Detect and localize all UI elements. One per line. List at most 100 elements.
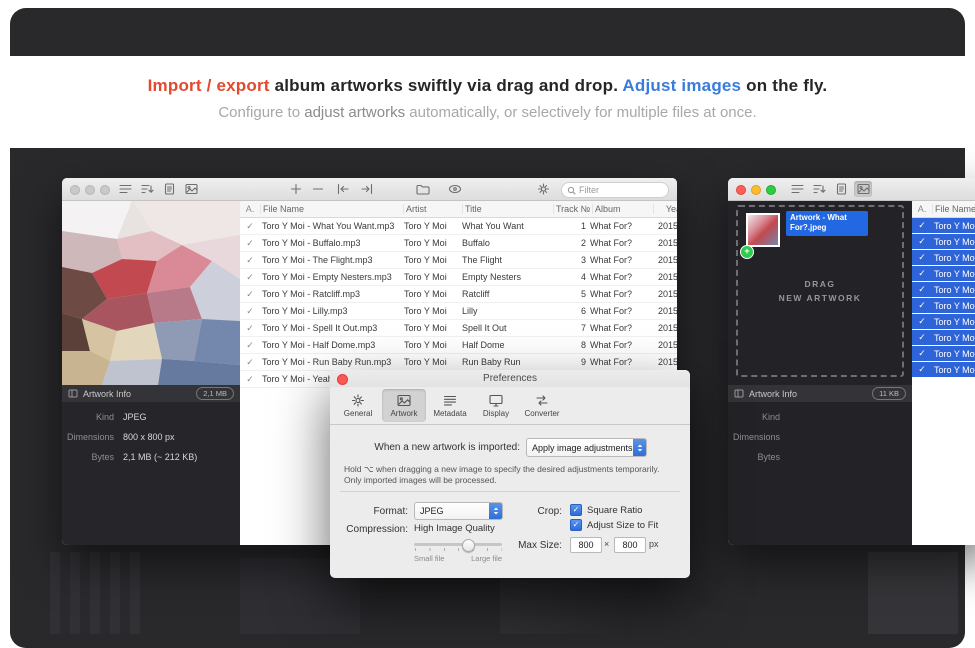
zoom-button[interactable]: [100, 185, 110, 195]
column-header-track[interactable]: Track №: [553, 204, 592, 214]
dialog-titlebar[interactable]: Preferences: [330, 370, 690, 387]
cell-track: 8: [550, 340, 588, 350]
field-label: Bytes: [62, 452, 114, 462]
tab-artwork[interactable]: Artwork: [382, 389, 426, 422]
check-icon: ✓: [912, 268, 932, 279]
tab-label: Converter: [524, 409, 559, 418]
selected-table-row[interactable]: ✓Toro Y Moi: [912, 250, 975, 265]
gear-icon[interactable]: [534, 181, 552, 197]
selected-table-row[interactable]: ✓Toro Y Moi: [912, 218, 975, 233]
help-text: Only imported images will be processed.: [344, 475, 497, 485]
move-right-icon[interactable]: [357, 181, 375, 197]
table-row[interactable]: ✓Toro Y Moi - Ratcliff.mp3Toro Y MoiRatc…: [240, 286, 677, 303]
cell-filename: Toro Y Moi: [932, 221, 975, 231]
quick-look-icon[interactable]: [446, 181, 464, 197]
checkbox-checked-icon[interactable]: ✓: [570, 504, 582, 516]
slider-thumb[interactable]: [462, 539, 475, 552]
table-row[interactable]: ✓Toro Y Moi - What You Want.mp3Toro Y Mo…: [240, 218, 677, 235]
divider: [340, 491, 680, 492]
table-header[interactable]: A. File Name: [912, 201, 975, 218]
table-row[interactable]: ✓Toro Y Moi - Spell It Out.mp3Toro Y Moi…: [240, 320, 677, 337]
dragged-artwork-thumbnail: [746, 213, 780, 247]
display-icon: [489, 394, 503, 407]
tab-display[interactable]: Display: [474, 389, 518, 422]
sort-order-icon[interactable]: [810, 181, 828, 197]
table-row[interactable]: ✓Toro Y Moi - Half Dome.mp3Toro Y MoiHal…: [240, 337, 677, 354]
headline-segment: Adjust images: [622, 76, 741, 95]
drag-drop-window: Artwork - What For?.jpeg + DRAG NEW ARTW…: [728, 178, 975, 545]
column-header-year[interactable]: Year: [653, 204, 677, 214]
format-label: Format:: [330, 506, 408, 517]
artwork-panel-icon[interactable]: [182, 181, 200, 197]
selected-table-row[interactable]: ✓Toro Y Moi: [912, 346, 975, 361]
max-height-field[interactable]: 800: [614, 537, 646, 553]
selected-table-row[interactable]: ✓Toro Y Moi: [912, 266, 975, 281]
album-artwork-preview[interactable]: [62, 201, 240, 385]
slider-track[interactable]: [414, 543, 502, 546]
drop-hint-line2: NEW ARTWORK: [728, 291, 912, 305]
converter-icon: [535, 394, 549, 407]
max-width-field[interactable]: 800: [570, 537, 602, 553]
zoom-button[interactable]: [766, 185, 776, 195]
column-header-checked[interactable]: A.: [912, 204, 932, 214]
sort-list-icon[interactable]: [788, 181, 806, 197]
table-row[interactable]: ✓Toro Y Moi - Buffalo.mp3Toro Y MoiBuffa…: [240, 235, 677, 252]
artwork-info-header[interactable]: Artwork Info 11 KB: [728, 385, 912, 402]
compression-slider[interactable]: Small file Large file: [414, 539, 502, 565]
times-separator: ×: [604, 539, 609, 549]
cell-album: What For?: [588, 272, 648, 282]
minimize-button[interactable]: [751, 185, 761, 195]
table-header[interactable]: A. File Name Artist Title Track № Album …: [240, 201, 677, 218]
tab-general[interactable]: General: [336, 389, 380, 422]
titlebar[interactable]: Filter: [62, 178, 677, 201]
new-document-icon[interactable]: [160, 181, 178, 197]
new-document-icon[interactable]: [832, 181, 850, 197]
column-header-filename[interactable]: File Name: [260, 204, 403, 214]
table-body: ✓Toro Y Moi✓Toro Y Moi✓Toro Y Moi✓Toro Y…: [912, 218, 975, 378]
column-header-album[interactable]: Album: [592, 204, 653, 214]
selected-table-row[interactable]: ✓Toro Y Moi: [912, 234, 975, 249]
remove-files-button[interactable]: [309, 181, 327, 197]
close-button[interactable]: [337, 374, 348, 385]
folder-icon[interactable]: [414, 181, 432, 197]
move-left-icon[interactable]: [334, 181, 352, 197]
field-kind: Kind: [728, 407, 912, 427]
selected-table-row[interactable]: ✓Toro Y Moi: [912, 314, 975, 329]
tab-metadata[interactable]: Metadata: [428, 389, 472, 422]
tab-converter[interactable]: Converter: [520, 389, 564, 422]
cell-filename: Toro Y Moi - Spell It Out.mp3: [260, 323, 402, 333]
table-row[interactable]: ✓Toro Y Moi - Run Baby Run.mp3Toro Y Moi…: [240, 354, 677, 371]
column-header-artist[interactable]: Artist: [403, 204, 462, 214]
selected-table-row[interactable]: ✓Toro Y Moi: [912, 362, 975, 377]
sort-order-icon[interactable]: [138, 181, 156, 197]
preferences-tab-bar: General Artwork Metadata Display Convert…: [330, 387, 690, 425]
add-files-button[interactable]: [287, 181, 305, 197]
square-ratio-option[interactable]: ✓ Square Ratio: [570, 504, 642, 516]
adjust-size-option[interactable]: ✓ Adjust Size to Fit: [570, 519, 658, 531]
selected-table-row[interactable]: ✓Toro Y Moi: [912, 282, 975, 297]
table-row[interactable]: ✓Toro Y Moi - The Flight.mp3Toro Y MoiTh…: [240, 252, 677, 269]
artwork-sidebar: Artwork Info 2,1 MB Kind JPEG Dimensions…: [62, 201, 240, 545]
column-header-title[interactable]: Title: [462, 204, 553, 214]
sort-list-icon[interactable]: [116, 181, 134, 197]
column-header-filename[interactable]: File Name: [932, 204, 975, 214]
imported-popup[interactable]: Apply image adjustments: [526, 438, 647, 457]
table-row[interactable]: ✓Toro Y Moi - Empty Nesters.mp3Toro Y Mo…: [240, 269, 677, 286]
check-icon: ✓: [912, 348, 932, 359]
cell-album: What For?: [588, 323, 648, 333]
titlebar[interactable]: [728, 178, 975, 201]
field-label: Kind: [728, 412, 780, 422]
table-row[interactable]: ✓Toro Y Moi - Lilly.mp3Toro Y MoiLilly6W…: [240, 303, 677, 320]
artwork-info-header[interactable]: Artwork Info 2,1 MB: [62, 385, 240, 402]
selected-table-row[interactable]: ✓Toro Y Moi: [912, 330, 975, 345]
selected-table-row[interactable]: ✓Toro Y Moi: [912, 298, 975, 313]
close-button[interactable]: [70, 185, 80, 195]
minimize-button[interactable]: [85, 185, 95, 195]
artwork-panel-icon[interactable]: [854, 181, 872, 197]
close-button[interactable]: [736, 185, 746, 195]
format-popup[interactable]: JPEG: [414, 502, 503, 520]
checkbox-checked-icon[interactable]: ✓: [570, 519, 582, 531]
filter-search-input[interactable]: Filter: [561, 182, 669, 198]
column-header-checked[interactable]: A.: [240, 204, 260, 214]
field-label: Dimensions: [728, 432, 780, 442]
